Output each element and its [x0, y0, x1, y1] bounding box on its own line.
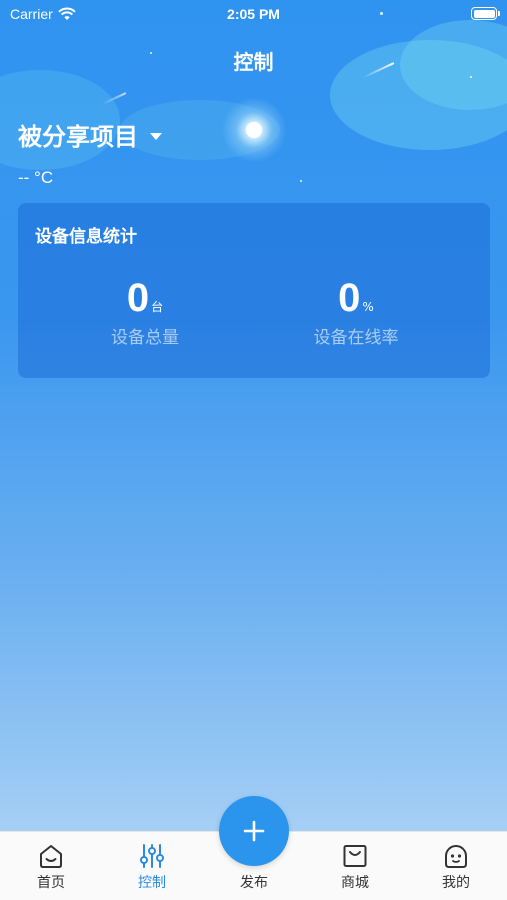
- tab-home[interactable]: 首页: [16, 832, 86, 900]
- plus-icon: [243, 820, 265, 842]
- sliders-icon: [140, 844, 164, 868]
- caret-down-icon: [150, 133, 162, 140]
- temperature-readout: -- °C: [18, 168, 54, 187]
- tab-control-label: 控制: [138, 874, 166, 890]
- tab-control[interactable]: 控制: [117, 832, 187, 900]
- status-bar: Carrier 2:05 PM: [0, 0, 507, 28]
- online-rate-label: 设备在线率: [313, 328, 399, 347]
- tab-mall[interactable]: 商城: [320, 832, 390, 900]
- device-stats-card: 设备信息统计 0台 设备总量 0% 设备在线率: [18, 203, 490, 378]
- tab-mall-label: 商城: [341, 874, 369, 890]
- home-icon: [40, 845, 62, 868]
- face-icon: [445, 845, 467, 868]
- sky-background: [0, 0, 507, 200]
- app-screen: Carrier 2:05 PM 控制 被分享项目 -- °C 设备信息统计 0台…: [0, 0, 507, 900]
- device-total-unit: 台: [151, 300, 164, 314]
- device-total-value: 0: [126, 276, 150, 320]
- page-title: 控制: [233, 52, 274, 74]
- publish-button[interactable]: [219, 796, 289, 866]
- sun-icon: [222, 98, 286, 162]
- status-time: 2:05 PM: [227, 6, 280, 22]
- project-selector[interactable]: 被分享项目: [18, 117, 162, 152]
- online-rate-stat: 0% 设备在线率: [236, 275, 476, 348]
- battery-icon: [471, 7, 500, 20]
- online-rate-value: 0: [338, 276, 361, 320]
- tab-mine-label: 我的: [442, 874, 470, 890]
- tab-home-label: 首页: [37, 874, 65, 890]
- card-title: 设备信息统计: [35, 227, 137, 246]
- online-rate-unit: %: [362, 300, 374, 314]
- device-total-label: 设备总量: [111, 328, 179, 347]
- shopping-bag-icon: [343, 845, 367, 867]
- device-total-stat: 0台 设备总量: [25, 275, 265, 348]
- tab-mine[interactable]: 我的: [421, 832, 491, 900]
- project-name: 被分享项目: [18, 124, 138, 151]
- tab-publish-label: 发布: [240, 874, 268, 890]
